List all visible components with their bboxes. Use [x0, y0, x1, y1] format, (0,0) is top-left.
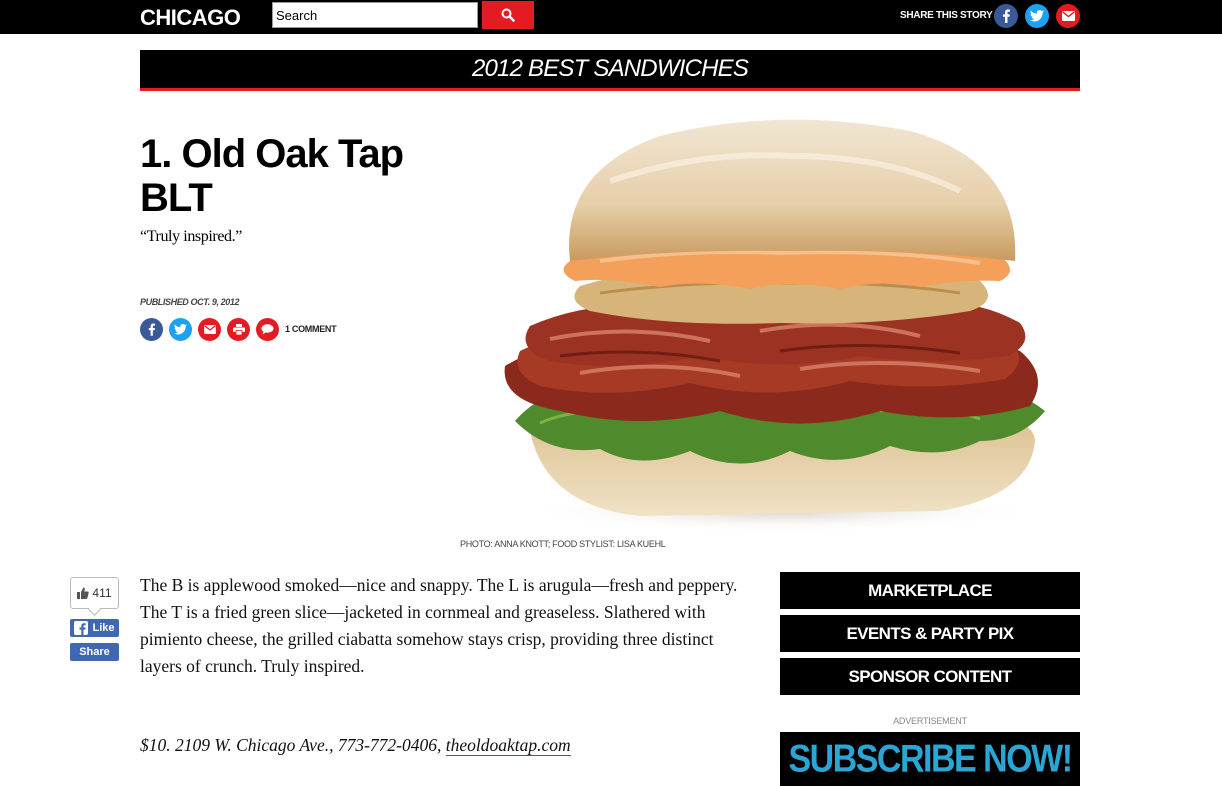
restaurant-website-link[interactable]: theoldoaktap.com [445, 735, 571, 756]
article-headline: 1. Old Oak Tap BLT [140, 132, 440, 220]
advertisement-label: ADVERTISEMENT [893, 716, 967, 726]
search-input[interactable] [272, 2, 478, 28]
facebook-icon [74, 621, 89, 635]
sponsor-content-button[interactable]: SPONSOR CONTENT [780, 658, 1080, 695]
thumbs-up-icon [77, 587, 90, 599]
twitter-icon [174, 324, 187, 335]
marketplace-button[interactable]: MARKETPLACE [780, 572, 1080, 609]
photo-credit: PHOTO: ANNA KNOTT; FOOD STYLIST: LISA KU… [460, 539, 666, 549]
email-icon [203, 325, 216, 334]
article-photo [460, 111, 1080, 530]
article-body: The B is applewood smoked—nice and snapp… [140, 575, 738, 676]
subscribe-text: SUBSCRIBE NOW! [788, 736, 1073, 781]
article-print[interactable] [227, 318, 250, 341]
facebook-icon [1003, 9, 1010, 23]
share-story-label: SHARE THIS STORY [900, 10, 993, 21]
top-bar: CHICAGO SHARE THIS STORY [0, 0, 1222, 34]
article-dek: “Truly inspired.” [140, 228, 242, 245]
events-party-pix-button[interactable]: EVENTS & PARTY PIX [780, 615, 1080, 652]
share-button-label: Share [79, 646, 110, 658]
comment-icon [261, 324, 274, 335]
headline-line-2: BLT [140, 176, 213, 220]
article-twitter-share[interactable] [169, 318, 192, 341]
facebook-icon [148, 323, 156, 336]
section-banner[interactable]: 2012 BEST SANDWICHES [140, 50, 1080, 88]
sandwich-illustration [460, 111, 1080, 530]
search-icon [501, 8, 515, 22]
header-email-share[interactable] [1056, 4, 1080, 28]
search-button[interactable] [482, 1, 534, 29]
headline-line-1: 1. Old Oak Tap [140, 132, 404, 176]
twitter-icon [1030, 10, 1044, 22]
header-facebook-share[interactable] [994, 4, 1018, 28]
article-email-share[interactable] [198, 318, 221, 341]
print-icon [232, 324, 245, 335]
header-twitter-share[interactable] [1025, 4, 1049, 28]
comment-count-link[interactable]: 1 COMMENT [285, 324, 337, 334]
subscribe-ad[interactable]: SUBSCRIBE NOW! [780, 732, 1080, 786]
like-count-bubble: 411 [70, 577, 119, 609]
address-text: $10. 2109 W. Chicago Ave., 773-772-0406, [140, 735, 446, 755]
like-count-value: 411 [92, 586, 112, 600]
facebook-share-button[interactable]: Share [70, 643, 119, 661]
article-facebook-share[interactable] [140, 318, 163, 341]
restaurant-info: $10. 2109 W. Chicago Ave., 773-772-0406,… [140, 735, 571, 756]
banner-divider [140, 88, 1080, 91]
published-date: PUBLISHED OCT. 9, 2012 [140, 297, 240, 307]
facebook-like-button[interactable]: Like [70, 619, 119, 637]
like-button-label: Like [92, 622, 115, 634]
site-logo[interactable]: CHICAGO [140, 6, 241, 30]
email-icon [1061, 11, 1075, 21]
article-comments[interactable] [256, 318, 279, 341]
